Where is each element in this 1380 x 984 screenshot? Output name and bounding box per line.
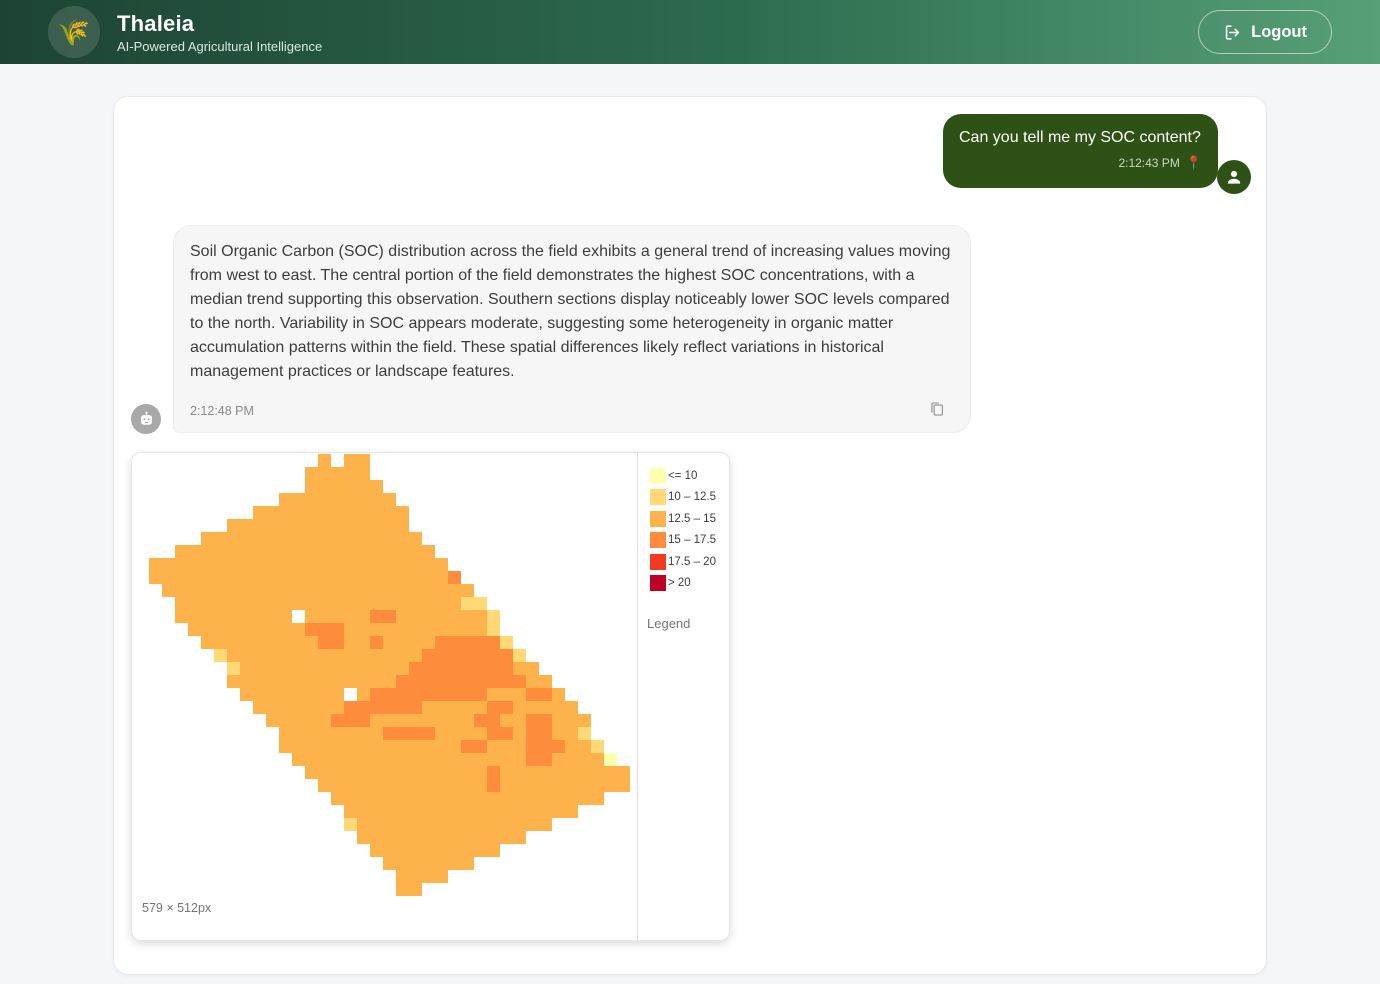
legend-label: 12.5 – 15 [668, 513, 716, 525]
app-title: Thaleia [117, 11, 322, 37]
legend-label: <= 10 [668, 470, 697, 482]
legend-item: 12.5 – 15 [650, 508, 730, 530]
legend-item: 17.5 – 20 [650, 551, 730, 573]
bot-avatar [131, 404, 161, 434]
logout-label: Logout [1251, 23, 1307, 42]
legend-item: 10 – 12.5 [650, 487, 730, 509]
app-tagline: AI-Powered Agricultural Intelligence [117, 39, 322, 54]
legend-title: Legend [647, 616, 730, 631]
soc-map-panel: 579 × 512px <= 10 10 – 12.5 12.5 – 15 15 – … [131, 452, 730, 941]
plant-emoji-icon: 🌾 [58, 17, 90, 48]
bot-message-timestamp: 2:12:48 PM [190, 404, 254, 418]
map-legend: <= 10 10 – 12.5 12.5 – 15 15 – 17.5 17.5 – 2… [637, 453, 730, 940]
copy-icon [928, 400, 946, 418]
logout-button[interactable]: Logout [1198, 10, 1332, 54]
field-map-raster [136, 454, 630, 896]
legend-item: > 20 [650, 573, 730, 595]
app-logo: 🌾 [48, 6, 100, 58]
pushpin-icon: 📍 [1186, 155, 1202, 171]
user-message-timestamp: 2:12:43 PM [1118, 156, 1179, 170]
user-message-meta: 2:12:43 PM 📍 [959, 155, 1202, 171]
legend-swatch [650, 554, 666, 570]
legend-swatch [650, 489, 666, 505]
person-icon [1224, 167, 1244, 187]
legend-swatch [650, 511, 666, 527]
robot-icon [137, 410, 156, 429]
legend-label: 10 – 12.5 [668, 491, 716, 503]
legend-label: 15 – 17.5 [668, 534, 716, 546]
legend-item: <= 10 [650, 465, 730, 487]
logout-icon [1223, 23, 1242, 42]
legend-swatch [650, 468, 666, 484]
legend-label: 17.5 – 20 [668, 556, 716, 568]
legend-label: > 20 [668, 577, 691, 589]
title-block: Thaleia AI-Powered Agricultural Intellig… [117, 11, 322, 54]
user-avatar [1217, 160, 1251, 194]
bot-message-bubble: Soil Organic Carbon (SOC) distribution a… [173, 225, 971, 433]
chat-card: Can you tell me my SOC content? 2:12:43 … [114, 97, 1266, 974]
user-message-bubble: Can you tell me my SOC content? 2:12:43 … [943, 114, 1218, 188]
bot-message-text: Soil Organic Carbon (SOC) distribution a… [190, 240, 954, 384]
copy-message-button[interactable] [926, 398, 948, 420]
legend-swatch [650, 532, 666, 548]
legend-swatch [650, 575, 666, 591]
app-header: 🌾 Thaleia AI-Powered Agricultural Intell… [0, 0, 1380, 64]
map-size-label: 579 × 512px [142, 901, 211, 915]
legend-items: <= 10 10 – 12.5 12.5 – 15 15 – 17.5 17.5 – 2… [650, 465, 730, 594]
user-message-text: Can you tell me my SOC content? [959, 127, 1202, 148]
legend-item: 15 – 17.5 [650, 530, 730, 552]
